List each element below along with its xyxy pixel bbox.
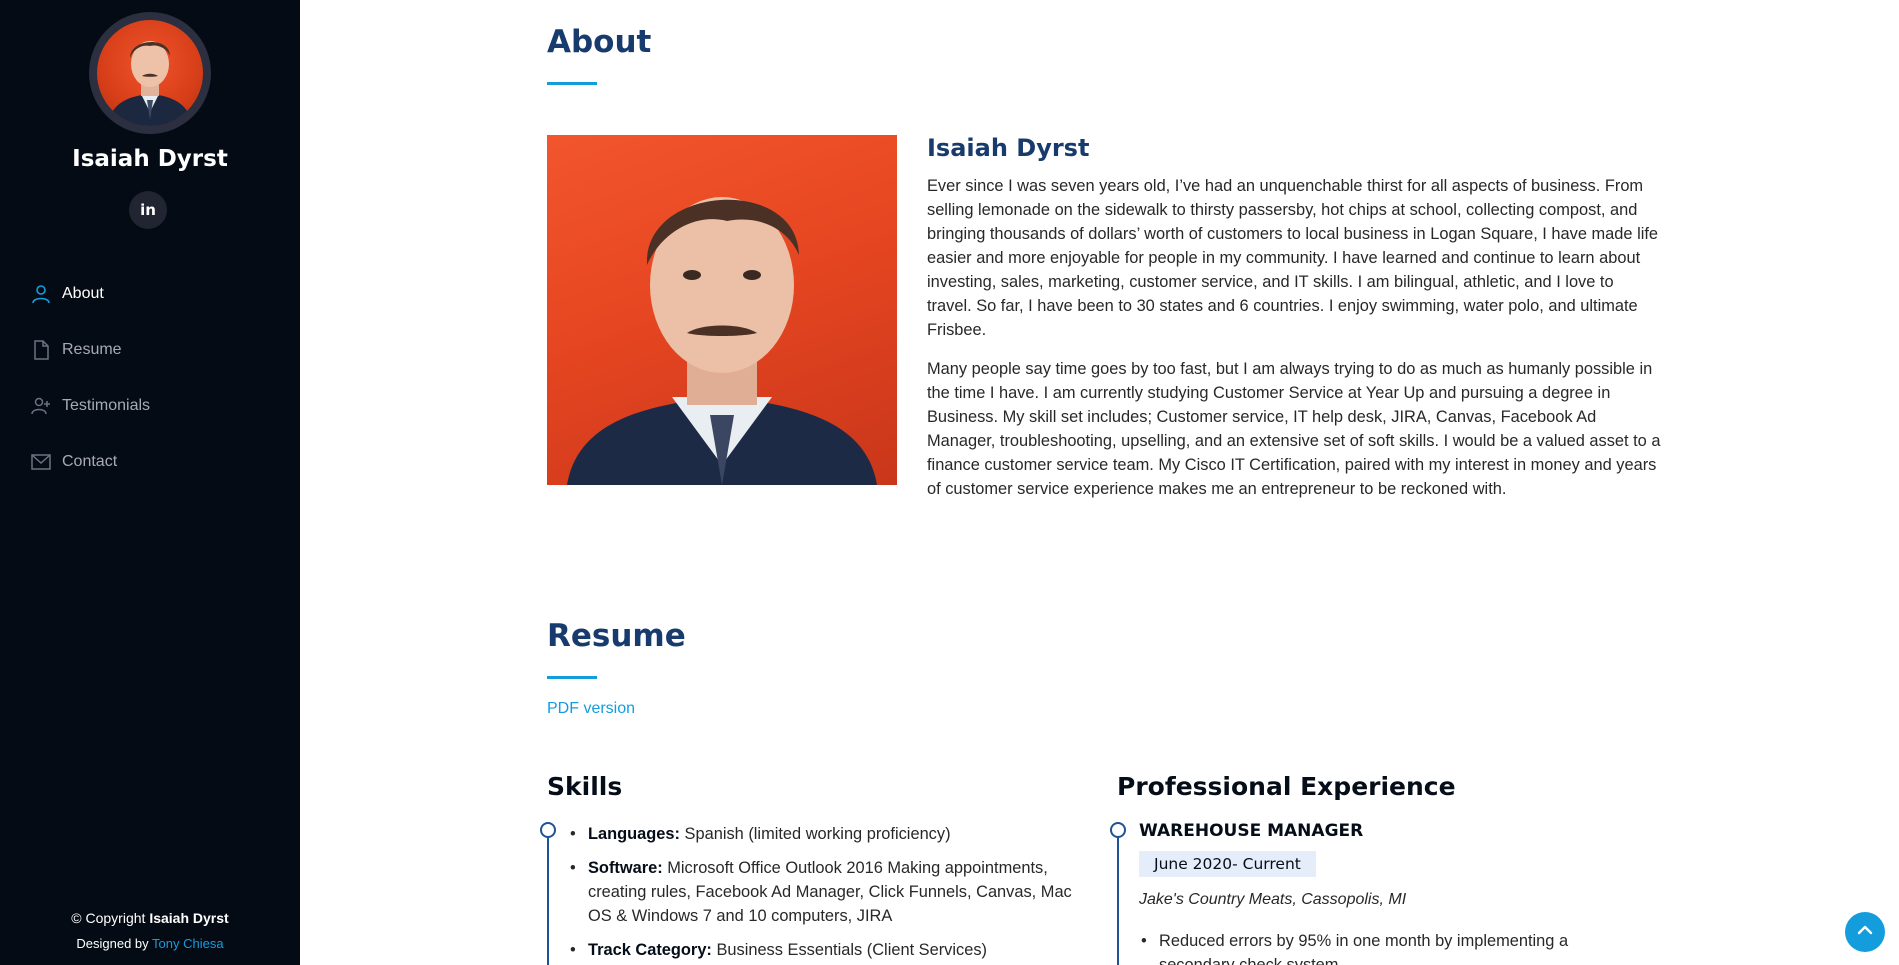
chevron-up-icon — [1856, 921, 1874, 943]
sidebar-item-contact[interactable]: Contact — [30, 434, 270, 490]
job-company: Jake's Country Meats, Cassopolis, MI — [1139, 891, 1407, 908]
copyright: © Copyright Isaiah Dyrst — [0, 906, 300, 931]
experience-title: Professional Experience — [1117, 772, 1456, 801]
credits-prefix: Designed by — [76, 936, 153, 951]
skill-text: Spanish (limited working proficiency) — [679, 825, 951, 843]
list-item: Languages: Spanish (limited working prof… — [568, 822, 1088, 846]
timeline-dot — [1110, 822, 1126, 838]
pdf-version-link[interactable]: PDF version — [547, 700, 635, 718]
skill-label: Languages: — [588, 825, 680, 843]
sidebar-footer: © Copyright Isaiah Dyrst Designed by Ton… — [0, 906, 300, 956]
sidebar-item-resume[interactable]: Resume — [30, 322, 270, 378]
timeline-line — [547, 830, 549, 965]
envelope-icon — [30, 451, 52, 473]
timeline-dot — [540, 822, 556, 838]
resume-title: Resume — [547, 618, 686, 654]
skill-text: Business Essentials (Client Services) — [711, 941, 987, 959]
main-content: About Isaiah Dyrst Ever since I was seve… — [300, 0, 1899, 965]
sidebar-item-label: Resume — [62, 341, 122, 358]
job-bullets: Reduced errors by 95% in one month by im… — [1139, 929, 1599, 965]
list-item: Track Category: Business Essentials (Cli… — [568, 938, 1088, 962]
person-icon — [30, 283, 52, 305]
sidebar-nav: About Resume Testimonials Contact — [30, 266, 270, 490]
profile-photo — [547, 135, 897, 485]
about-title: About — [547, 24, 652, 60]
sidebar-item-label: About — [62, 285, 104, 302]
about-paragraph: Ever since I was seven years old, I’ve h… — [927, 177, 1659, 339]
about-name: Isaiah Dyrst — [927, 134, 1090, 162]
file-icon — [30, 339, 52, 361]
person-plus-icon — [30, 395, 52, 417]
sidebar: Isaiah Dyrst in About Resume Testimonial… — [0, 0, 300, 965]
avatar — [89, 12, 211, 134]
sidebar-item-label: Contact — [62, 453, 118, 470]
copyright-prefix: © Copyright — [71, 910, 150, 926]
sidebar-item-testimonials[interactable]: Testimonials — [30, 378, 270, 434]
back-to-top-button[interactable] — [1845, 912, 1885, 952]
timeline-line — [1117, 830, 1119, 965]
title-underline — [547, 676, 597, 679]
skills-list: Languages: Spanish (limited working prof… — [568, 822, 1088, 965]
list-item: Reduced errors by 95% in one month by im… — [1139, 929, 1599, 965]
job-title: WAREHOUSE MANAGER — [1139, 821, 1364, 841]
list-item: Software: Microsoft Office Outlook 2016 … — [568, 856, 1088, 928]
job-dates: June 2020- Current — [1139, 851, 1316, 877]
linkedin-icon[interactable]: in — [129, 191, 167, 229]
sidebar-item-label: Testimonials — [62, 397, 151, 414]
credits: Designed by Tony Chiesa — [0, 931, 300, 956]
sidebar-item-about[interactable]: About — [30, 266, 270, 322]
profile-name: Isaiah Dyrst — [72, 146, 228, 172]
designer-link[interactable]: Tony Chiesa — [152, 936, 224, 951]
skill-label: Software: — [588, 859, 663, 877]
skill-label: Track Category: — [588, 941, 712, 959]
title-underline — [547, 82, 597, 85]
skills-title: Skills — [547, 772, 623, 801]
copyright-name: Isaiah Dyrst — [149, 910, 229, 926]
about-paragraph: Many people say time goes by too fast, b… — [927, 360, 1661, 498]
